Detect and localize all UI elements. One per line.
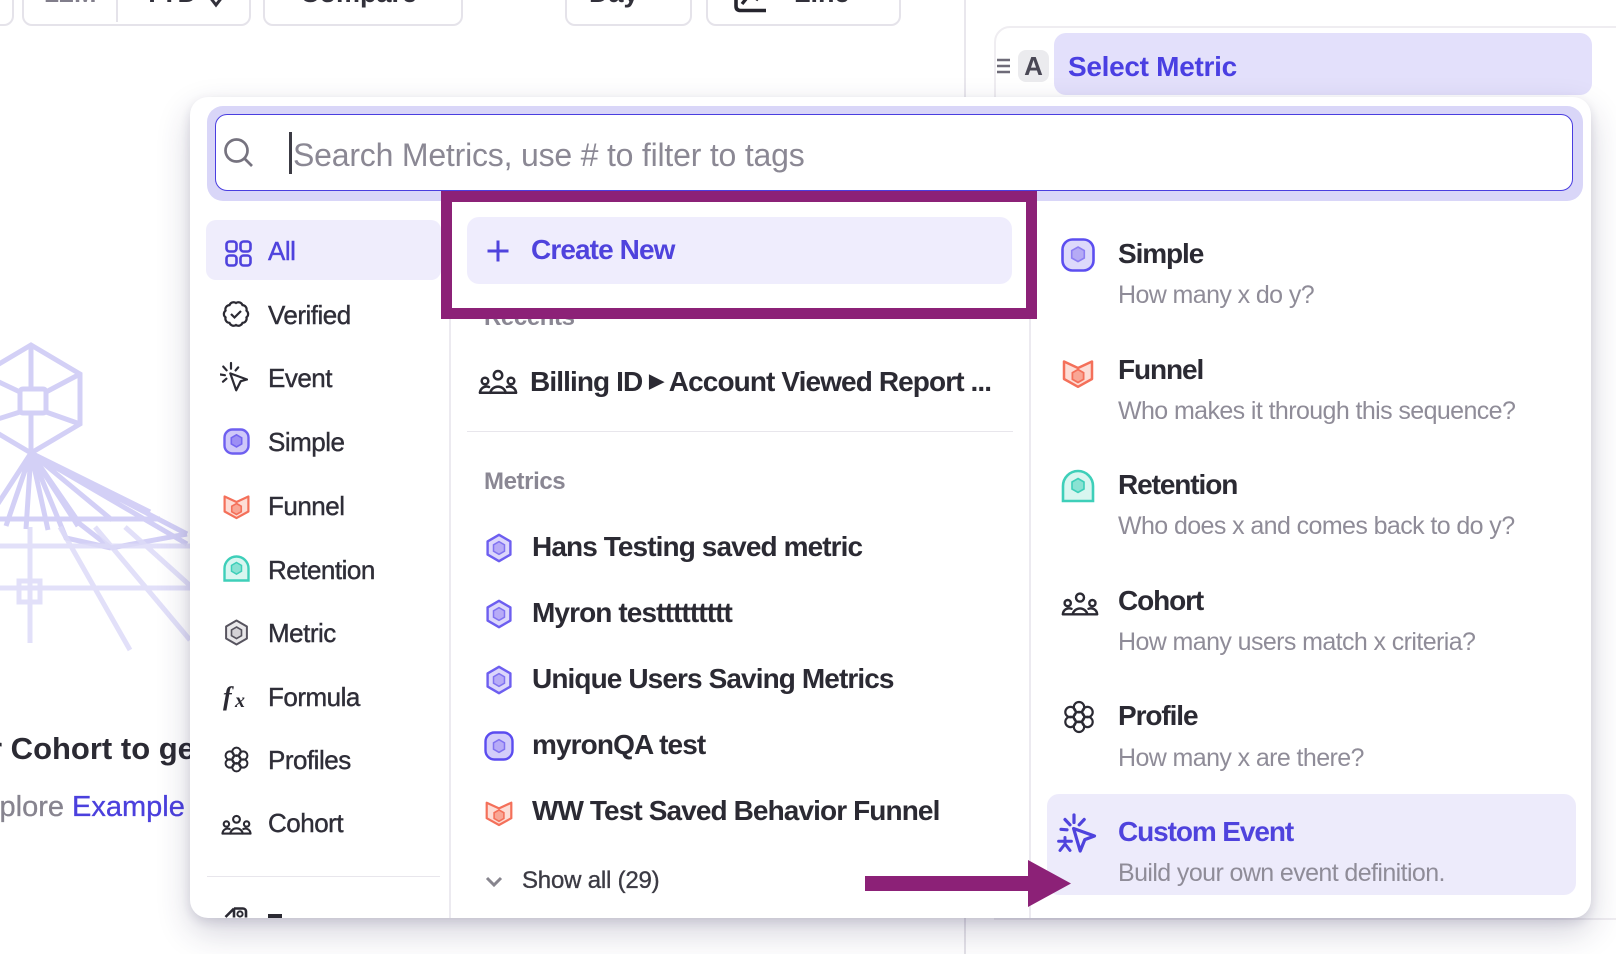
svg-text:f: f: [223, 682, 234, 711]
svg-text:x: x: [234, 690, 245, 712]
